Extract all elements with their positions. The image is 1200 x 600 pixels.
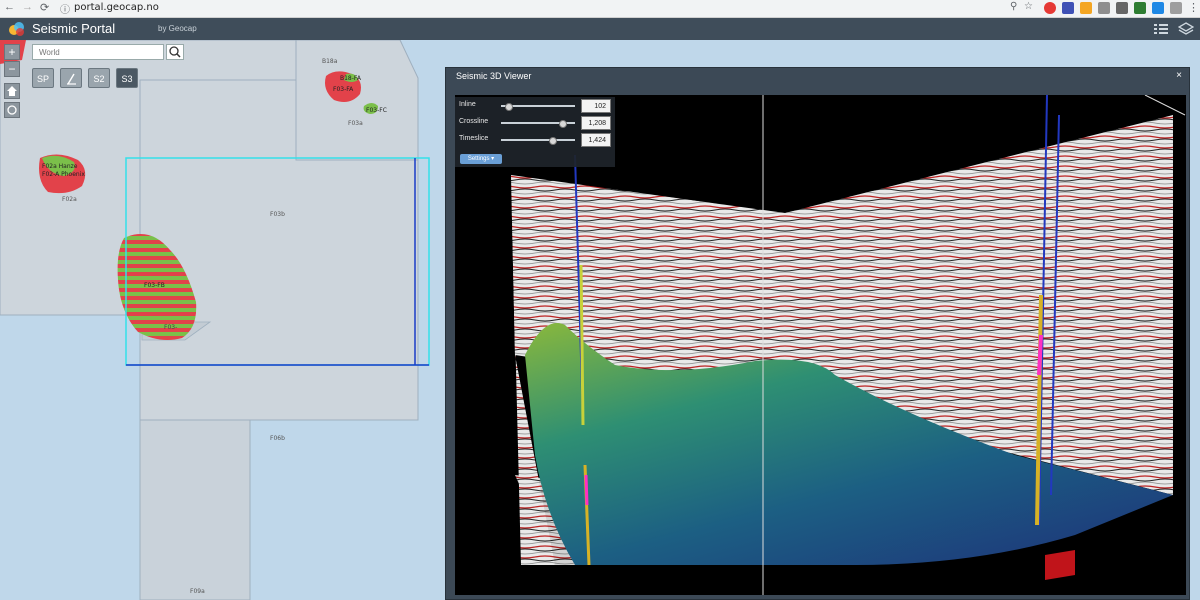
- extension-icon[interactable]: [1044, 2, 1056, 14]
- layer-button-measure[interactable]: [60, 68, 82, 88]
- field-label: F03-FB: [144, 282, 165, 289]
- inline-slider-thumb[interactable]: [505, 103, 513, 111]
- url-bar[interactable]: portal.geocap.no: [74, 2, 159, 13]
- crossline-value[interactable]: 1,208: [581, 116, 611, 130]
- crossline-slider-thumb[interactable]: [559, 120, 567, 128]
- field-label: F02-A Phoenix: [42, 171, 85, 178]
- extension-icon[interactable]: [1170, 2, 1182, 14]
- extension-icon[interactable]: [1098, 2, 1110, 14]
- browser-toolbar: ← → ⟳ ⓘ portal.geocap.no ⚲ ☆ ⋮: [0, 0, 1200, 18]
- layer-button-sp[interactable]: SP: [32, 68, 54, 88]
- viewer-title: Seismic 3D Viewer: [456, 71, 532, 81]
- app-subtitle: by Geocap: [158, 24, 197, 33]
- extension-icon[interactable]: [1062, 2, 1074, 14]
- seismic-volume-render: [511, 95, 1186, 595]
- back-icon[interactable]: ←: [4, 1, 15, 13]
- zoom-in-button[interactable]: +: [4, 44, 20, 60]
- extension-icon[interactable]: [1152, 2, 1164, 14]
- locate-icon: [7, 105, 17, 115]
- home-icon: [7, 86, 17, 96]
- inline-value[interactable]: 102: [581, 99, 611, 113]
- measure-icon: [67, 73, 76, 85]
- field-label: F03-: [164, 324, 178, 331]
- timeslice-value[interactable]: 1,424: [581, 133, 611, 147]
- extension-icon[interactable]: [1116, 2, 1128, 14]
- timeslice-slider-thumb[interactable]: [549, 137, 557, 145]
- search-icon: [169, 46, 181, 58]
- extension-icon[interactable]: [1134, 2, 1146, 14]
- 3d-scene[interactable]: [455, 95, 1186, 595]
- search-button[interactable]: [166, 44, 184, 60]
- field-label: F02a Hanze: [42, 163, 78, 170]
- menu-icon[interactable]: ⋮: [1188, 1, 1199, 14]
- settings-dropdown-button[interactable]: Settings ▾: [460, 154, 502, 164]
- extension-icon[interactable]: [1080, 2, 1092, 14]
- layer-button-s2[interactable]: S2: [88, 68, 110, 88]
- locate-button[interactable]: [4, 102, 20, 118]
- home-button[interactable]: [4, 83, 20, 99]
- field-label: F03-FA: [333, 86, 354, 93]
- list-icon[interactable]: [1153, 21, 1169, 37]
- seismic-portal-logo: [9, 22, 24, 36]
- field-label: B18-FA: [340, 75, 361, 82]
- zoom-icon[interactable]: ⚲: [1010, 1, 1017, 12]
- block-label: F09a: [190, 588, 205, 595]
- layers-icon[interactable]: [1178, 21, 1194, 37]
- block-label: F03a: [348, 120, 363, 127]
- app-title: Seismic Portal: [32, 21, 116, 36]
- forward-icon[interactable]: →: [22, 1, 33, 13]
- search-input[interactable]: World: [32, 44, 164, 60]
- app-header: Seismic Portal by Geocap: [0, 18, 1200, 40]
- bookmark-star-icon[interactable]: ☆: [1024, 1, 1033, 12]
- timeslice-slider[interactable]: [501, 139, 575, 141]
- close-icon[interactable]: ×: [1176, 70, 1182, 81]
- layer-button-s3[interactable]: S3: [116, 68, 138, 88]
- block-label: F06b: [270, 435, 285, 442]
- block-label: B18a: [322, 58, 338, 65]
- crossline-label: Crossline: [459, 118, 489, 125]
- inline-label: Inline: [459, 101, 476, 108]
- info-icon[interactable]: ⓘ: [60, 1, 70, 16]
- zoom-out-button[interactable]: −: [4, 61, 20, 77]
- timeslice-label: Timeslice: [459, 135, 489, 142]
- slice-controls: Inline 102 Crossline 1,208 Timeslice 1,4…: [455, 97, 615, 167]
- field-label: F03-FC: [366, 107, 387, 114]
- block-label: F03b: [270, 211, 285, 218]
- reload-icon[interactable]: ⟳: [40, 1, 49, 14]
- block-label: F02a: [62, 196, 77, 203]
